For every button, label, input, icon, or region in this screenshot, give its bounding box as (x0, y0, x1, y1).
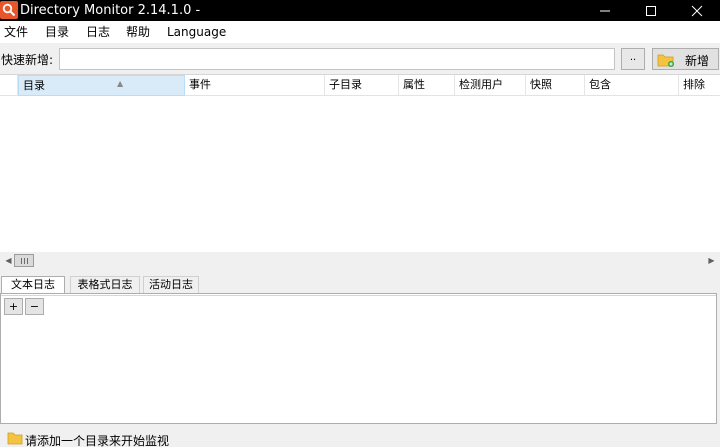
quick-add-bar: 快速新增: .. 新增 (0, 43, 720, 75)
panel-splitter[interactable] (0, 269, 720, 275)
maximize-button[interactable] (628, 0, 674, 21)
quick-add-input[interactable] (59, 48, 615, 70)
column-header-snapshot[interactable]: 快照 (526, 75, 585, 96)
menu-bar: 文件 目录 日志 帮助 Language (0, 21, 720, 43)
scroll-right-arrow-icon[interactable]: ▶ (703, 252, 720, 269)
status-text: 请添加一个目录来开始监视 (25, 434, 170, 447)
zoom-in-button[interactable]: + (4, 298, 23, 315)
folder-icon (7, 432, 23, 445)
minimize-button[interactable] (582, 0, 628, 21)
horizontal-scrollbar[interactable]: ◀ ▶ (0, 252, 720, 269)
zoom-out-button[interactable]: − (25, 298, 44, 315)
column-directory-label: 目录 (23, 79, 45, 92)
app-magnifier-icon[interactable] (0, 1, 18, 19)
column-header-event[interactable]: 事件 (185, 75, 325, 96)
menu-help[interactable]: 帮助 (124, 23, 152, 41)
menu-file[interactable]: 文件 (2, 23, 30, 41)
row-header-corner (0, 75, 18, 96)
close-button[interactable] (674, 0, 720, 21)
column-header-detect-user[interactable]: 检测用户 (455, 75, 526, 96)
sort-ascending-icon: ▲ (117, 79, 124, 88)
title-bar: Directory Monitor 2.14.1.0 - (0, 0, 720, 21)
menu-language[interactable]: Language (165, 23, 228, 41)
log-divider (1, 295, 716, 296)
window-title: Directory Monitor 2.14.1.0 - (20, 3, 201, 18)
log-tabs: 文本日志 表格式日志 活动日志 (0, 276, 720, 294)
minimize-icon (600, 10, 610, 12)
quick-add-label: 快速新增: (1, 53, 54, 67)
text-log-panel[interactable]: + − (0, 293, 717, 424)
scrollbar-thumb[interactable] (14, 254, 34, 267)
add-button-label: 新增 (685, 54, 710, 68)
status-bar: 请添加一个目录来开始监视 (0, 429, 720, 447)
tab-table-log[interactable]: 表格式日志 (70, 276, 140, 294)
menu-directory[interactable]: 目录 (43, 23, 71, 41)
grid-header: 目录 ▲ 事件 子目录 属性 检测用户 快照 包含 排除 (0, 75, 720, 96)
browse-button[interactable]: .. (621, 48, 645, 70)
column-header-include[interactable]: 包含 (585, 75, 679, 96)
column-header-exclude[interactable]: 排除 (679, 75, 720, 96)
column-header-subdirectory[interactable]: 子目录 (325, 75, 399, 96)
tab-activity-log[interactable]: 活动日志 (143, 276, 199, 294)
maximize-icon (646, 6, 656, 16)
add-button[interactable]: 新增 (652, 48, 719, 70)
tab-text-log[interactable]: 文本日志 (1, 276, 65, 294)
close-icon (691, 5, 703, 17)
column-header-attributes[interactable]: 属性 (399, 75, 455, 96)
menu-log[interactable]: 日志 (84, 23, 112, 41)
folder-add-icon (657, 54, 674, 67)
column-header-directory[interactable]: 目录 ▲ (18, 75, 185, 96)
directory-grid[interactable]: 目录 ▲ 事件 子目录 属性 检测用户 快照 包含 排除 (0, 74, 720, 270)
